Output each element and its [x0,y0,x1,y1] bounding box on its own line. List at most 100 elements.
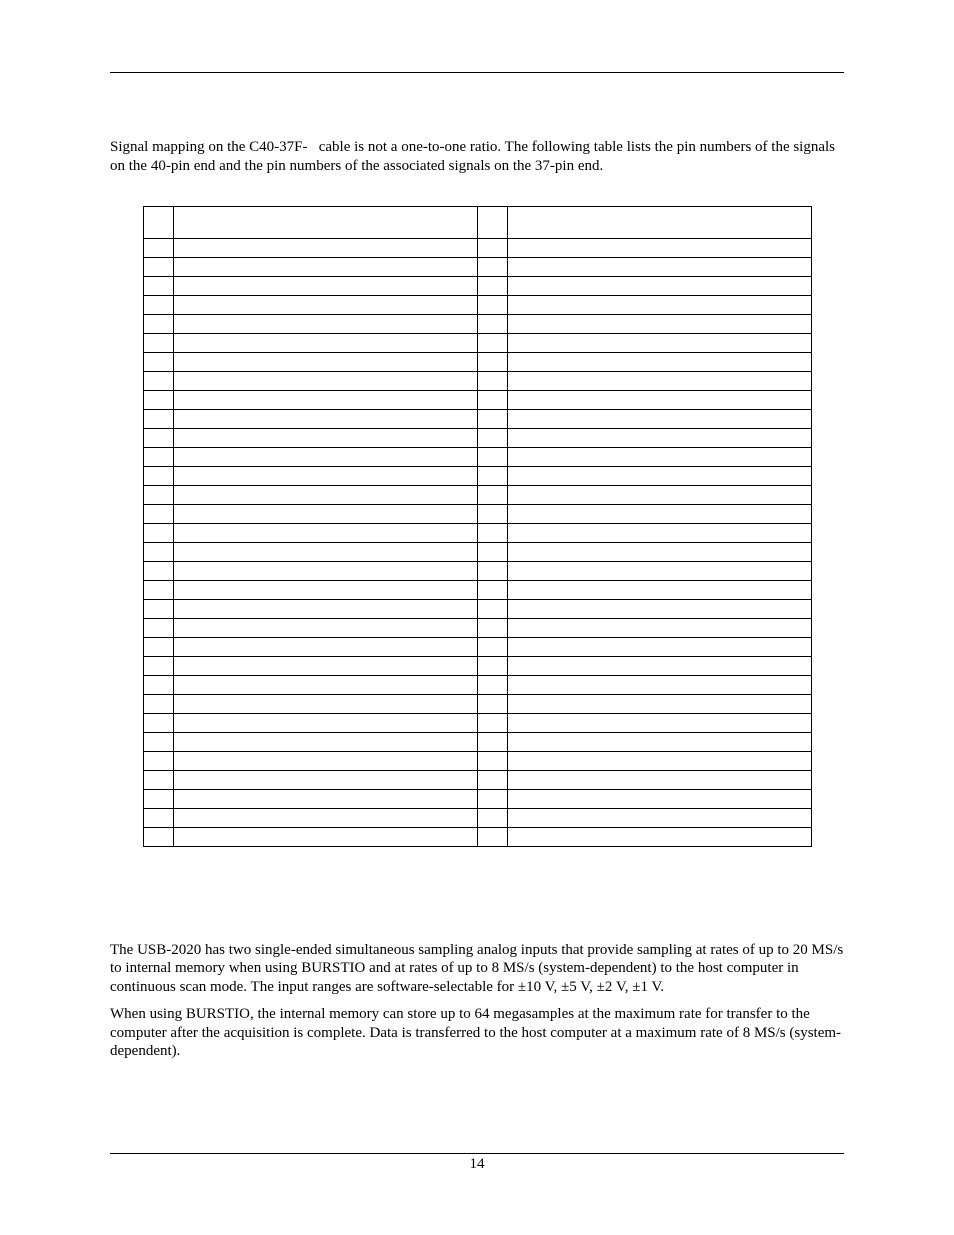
table-row [143,732,811,751]
table-cell [477,523,507,542]
table-cell [477,599,507,618]
table-cell [477,656,507,675]
table-cell [173,770,477,789]
table-cell [143,732,173,751]
table-cell [507,561,811,580]
table-cell [173,580,477,599]
table-cell [143,314,173,333]
table-cell [507,485,811,504]
table-cell [507,713,811,732]
table-cell [143,580,173,599]
table-cell [173,789,477,808]
table-cell [477,447,507,466]
table-row [143,827,811,846]
table-cell [173,390,477,409]
table-cell [143,333,173,352]
table-cell [143,428,173,447]
table-header-row [143,206,811,238]
table-cell [507,656,811,675]
table-cell [507,542,811,561]
table-cell [173,694,477,713]
table-cell [173,257,477,276]
table-cell [507,466,811,485]
table-cell [143,295,173,314]
section-gap [110,847,844,909]
table-cell [477,504,507,523]
table-row [143,808,811,827]
table-row [143,276,811,295]
table-row [143,770,811,789]
table-row [143,447,811,466]
table-row [143,352,811,371]
table-cell [143,390,173,409]
table-row [143,694,811,713]
table-cell [477,618,507,637]
table-cell [173,485,477,504]
table-cell [507,314,811,333]
table-cell [173,561,477,580]
table-cell [173,333,477,352]
table-cell [507,770,811,789]
th-right-pin [477,206,507,238]
table-cell [143,447,173,466]
table-cell [507,580,811,599]
table-cell [143,409,173,428]
table-cell [173,675,477,694]
table-cell [173,409,477,428]
table-cell [477,390,507,409]
table-row [143,523,811,542]
signal-mapping-table [143,206,812,847]
th-left-signal [173,206,477,238]
table-row [143,295,811,314]
table-cell [507,523,811,542]
table-row [143,504,811,523]
table-row [143,675,811,694]
table-cell [173,827,477,846]
table-cell [173,276,477,295]
table-cell [143,656,173,675]
table-cell [173,238,477,257]
table-cell [143,523,173,542]
document-page: Signal mapping on the C40-37F- cable is … [0,0,954,1235]
table-cell [173,504,477,523]
table-row [143,238,811,257]
table-cell [143,257,173,276]
table-cell [173,466,477,485]
table-cell [507,447,811,466]
table-cell [507,808,811,827]
table-row [143,561,811,580]
table-cell [477,371,507,390]
table-row [143,333,811,352]
table-cell [143,713,173,732]
table-cell [143,751,173,770]
table-cell [173,428,477,447]
table-cell [507,371,811,390]
th-left-pin [143,206,173,238]
table-cell [173,352,477,371]
table-cell [507,751,811,770]
table-row [143,428,811,447]
table-cell [507,789,811,808]
table-cell [477,409,507,428]
table-cell [477,542,507,561]
table-cell [507,504,811,523]
table-row [143,257,811,276]
analog-paragraph-1: The USB-2020 has two single-ended simult… [110,941,844,997]
th-right-signal [507,206,811,238]
table-cell [477,675,507,694]
table-cell [477,295,507,314]
table-cell [507,409,811,428]
table-cell [143,599,173,618]
table-cell [173,732,477,751]
page-footer: 14 [110,1153,844,1173]
table-row [143,390,811,409]
table-cell [173,618,477,637]
table-row [143,314,811,333]
table-cell [173,314,477,333]
table-cell [477,732,507,751]
table-cell [477,561,507,580]
table-row [143,409,811,428]
table-row [143,789,811,808]
table-cell [507,390,811,409]
table-cell [507,276,811,295]
